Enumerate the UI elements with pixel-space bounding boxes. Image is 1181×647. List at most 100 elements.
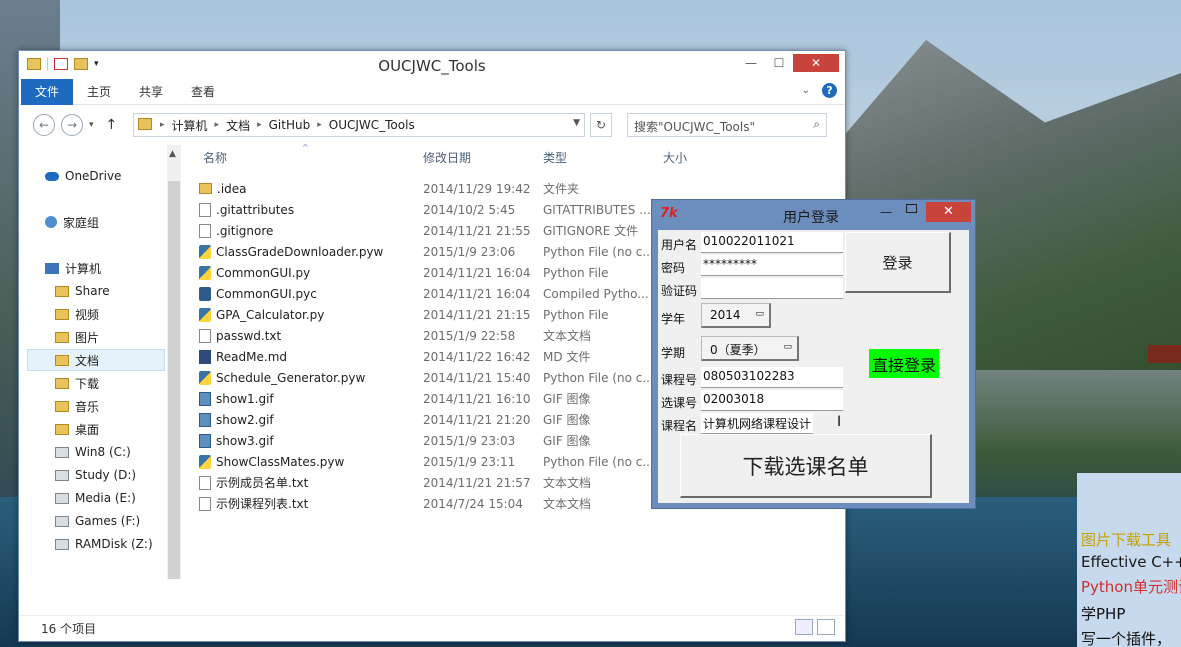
- column-header-modified[interactable]: 修改日期: [423, 149, 471, 169]
- year-select[interactable]: 2014 ▭: [701, 303, 771, 328]
- year-label: 学年: [661, 312, 686, 326]
- forward-icon[interactable]: →: [61, 114, 83, 136]
- file-row[interactable]: CommonGUI.py 2014/11/21 16:04 Python File: [199, 262, 609, 283]
- sidebar-item-drive-c[interactable]: Win8 (C:): [55, 441, 131, 463]
- username-field[interactable]: 010022011021: [701, 232, 843, 253]
- column-header-name[interactable]: 名称: [203, 149, 227, 169]
- gif-icon: [199, 433, 211, 448]
- sidebar-item-pictures[interactable]: 图片: [55, 326, 99, 348]
- gif-icon: [199, 412, 211, 427]
- large-icons-view-icon[interactable]: [817, 619, 835, 635]
- sidebar-item-drive-f[interactable]: Games (F:): [55, 510, 140, 532]
- file-type: Python File: [543, 265, 609, 280]
- sidebar-scrollbar[interactable]: ▲: [167, 145, 181, 579]
- file-row[interactable]: show3.gif 2015/1/9 23:03 GIF 图像: [199, 430, 591, 451]
- refresh-icon[interactable]: ↻: [590, 113, 612, 137]
- course-name-field[interactable]: 计算机网络课程设计: [701, 413, 813, 434]
- breadcrumb-item[interactable]: 文档: [223, 117, 253, 134]
- snippet-line: 学PHP: [1081, 605, 1126, 623]
- address-bar[interactable]: ▸ 计算机 ▸ 文档 ▸ GitHub ▸ OUCJWC_Tools ▼: [133, 113, 585, 137]
- file-row[interactable]: .gitignore 2014/11/21 21:55 GITIGNORE 文件: [199, 220, 638, 241]
- sidebar-item-drive-z[interactable]: RAMDisk (Z:): [55, 533, 153, 555]
- sidebar-item-downloads[interactable]: 下载: [55, 372, 99, 394]
- tab-file[interactable]: 文件: [21, 78, 74, 105]
- details-view-icon[interactable]: [795, 619, 813, 635]
- file-row[interactable]: GPA_Calculator.py 2014/11/21 21:15 Python …: [199, 304, 609, 325]
- close-button[interactable]: ✕: [926, 202, 971, 222]
- selection-number-field[interactable]: 02003018: [701, 390, 843, 411]
- download-list-button[interactable]: 下载选课名单: [680, 434, 932, 498]
- file-row[interactable]: show2.gif 2014/11/21 21:20 GIF 图像: [199, 409, 591, 430]
- minimize-button[interactable]: —: [737, 54, 765, 72]
- login-button[interactable]: 登录: [845, 232, 951, 293]
- file-name: ReadMe.md: [199, 349, 399, 364]
- file-type: Python File (no c...: [543, 370, 654, 385]
- sort-ascending-icon: ^: [302, 143, 309, 152]
- navigation-bar: ← → ▾ ↑ ▸ 计算机 ▸ 文档 ▸ GitHub ▸ OUCJWC_Too…: [19, 105, 845, 145]
- sidebar-item-onedrive[interactable]: OneDrive: [45, 165, 121, 187]
- tab-home[interactable]: 主页: [73, 79, 125, 105]
- sidebar-item-videos[interactable]: 视频: [55, 303, 99, 325]
- drive-icon: [55, 515, 69, 527]
- file-row[interactable]: ClassGradeDownloader.pyw 2015/1/9 23:06 Py…: [199, 241, 654, 262]
- search-input[interactable]: 搜索"OUCJWC_Tools" ⌕: [627, 113, 827, 137]
- file-row[interactable]: .gitattributes 2014/10/2 5:45 GITATTRIBUTE…: [199, 199, 651, 220]
- search-icon[interactable]: ⌕: [813, 117, 820, 132]
- sidebar-item-homegroup[interactable]: 家庭组: [45, 211, 99, 233]
- file-type: GIF 图像: [543, 413, 591, 427]
- maximize-button[interactable]: ☐: [765, 54, 793, 72]
- chevron-down-icon[interactable]: ▼: [573, 118, 580, 128]
- file-row[interactable]: Schedule_Generator.pyw 2014/11/21 15:40 Py…: [199, 367, 654, 388]
- file-name: .gitignore: [199, 223, 399, 238]
- file-row[interactable]: ShowClassMates.pyw 2015/1/9 23:11 Python F…: [199, 451, 654, 472]
- up-icon[interactable]: ↑: [106, 117, 118, 133]
- file-row[interactable]: show1.gif 2014/11/21 16:10 GIF 图像: [199, 388, 591, 409]
- file-row[interactable]: ReadMe.md 2014/11/22 16:42 MD 文件: [199, 346, 590, 367]
- file-icon: [199, 202, 211, 217]
- file-row[interactable]: passwd.txt 2015/1/9 22:58 文本文档: [199, 325, 591, 346]
- password-field[interactable]: *********: [701, 255, 843, 276]
- back-icon[interactable]: ←: [33, 114, 55, 136]
- captcha-field[interactable]: [701, 278, 843, 299]
- minimize-button[interactable]: —: [880, 205, 892, 219]
- file-name: passwd.txt: [199, 328, 399, 343]
- title-bar: ▾ OUCJWC_Tools — ☐ ✕: [19, 51, 845, 79]
- term-select[interactable]: 0（夏季） ▭: [701, 336, 799, 361]
- breadcrumb-item[interactable]: GitHub: [266, 118, 314, 132]
- file-row[interactable]: CommonGUI.pyc 2014/11/21 16:04 Compiled Py…: [199, 283, 649, 304]
- sidebar-item-music[interactable]: 音乐: [55, 395, 99, 417]
- breadcrumb-item[interactable]: 计算机: [169, 117, 211, 134]
- direct-login-button[interactable]: 直接登录: [869, 349, 939, 378]
- file-row[interactable]: 示例成员名单.txt 2014/11/21 21:57 文本文档: [199, 472, 591, 493]
- tab-view[interactable]: 查看: [177, 79, 229, 105]
- sidebar-item-drive-e[interactable]: Media (E:): [55, 487, 136, 509]
- sidebar-item-documents[interactable]: 文档: [27, 349, 165, 371]
- chevron-up-icon[interactable]: ▲: [169, 149, 176, 159]
- column-header-type[interactable]: 类型: [543, 149, 567, 169]
- file-date: 2015/1/9 22:58: [423, 328, 516, 343]
- file-type: Compiled Pytho...: [543, 286, 649, 301]
- tab-share[interactable]: 共享: [125, 79, 177, 105]
- file-row[interactable]: .idea 2014/11/29 19:42 文件夹: [199, 178, 579, 199]
- file-type: GIF 图像: [543, 434, 591, 448]
- sidebar-item-drive-d[interactable]: Study (D:): [55, 464, 136, 486]
- breadcrumb-item[interactable]: OUCJWC_Tools: [326, 118, 418, 132]
- course-number-field[interactable]: 080503102283: [701, 367, 843, 388]
- file-row[interactable]: 示例课程列表.txt 2014/7/24 15:04 文本文档: [199, 493, 591, 514]
- expand-ribbon-icon[interactable]: ⌄: [802, 85, 810, 96]
- drive-icon: [55, 469, 69, 481]
- column-header-size[interactable]: 大小: [663, 149, 687, 169]
- sidebar-item-share[interactable]: Share: [55, 280, 110, 302]
- close-button[interactable]: ✕: [793, 54, 839, 72]
- recent-locations-icon[interactable]: ▾: [89, 120, 94, 130]
- file-name: 示例课程列表.txt: [199, 495, 399, 512]
- file-name: show3.gif: [199, 433, 399, 448]
- scroll-thumb[interactable]: [168, 181, 180, 579]
- help-icon[interactable]: ?: [822, 83, 837, 98]
- maximize-button[interactable]: [906, 204, 917, 213]
- file-icon: [199, 223, 211, 238]
- sidebar-item-computer[interactable]: 计算机: [45, 257, 101, 279]
- sidebar-item-desktop[interactable]: 桌面: [55, 418, 99, 440]
- tk-feather-icon: 7k: [660, 206, 678, 221]
- password-label: 密码: [661, 261, 686, 275]
